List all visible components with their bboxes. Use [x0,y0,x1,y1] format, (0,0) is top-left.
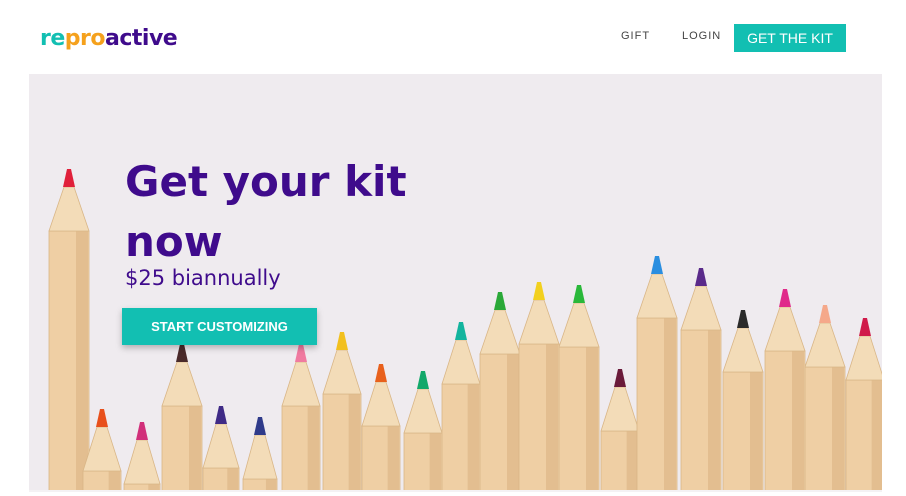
start-customizing-button[interactable]: START CUSTOMIZING [122,308,317,345]
pencil-shade [546,344,558,490]
pencil-cone [558,302,600,348]
pencil-lead [695,268,707,286]
pencil-shade [586,347,598,490]
nav-login-link[interactable]: LOGIN [682,30,721,42]
pencil-lead [779,289,791,307]
pencil-lead [336,332,348,350]
logo-part-re: re [40,26,65,51]
nav-gift-link[interactable]: GIFT [621,30,650,42]
pencil-cone [479,309,521,355]
hero-section: Get your kit now $25 biannually START CU… [29,74,882,490]
pencil-cone [281,361,321,407]
pencil-shade [227,468,239,490]
pencil-shade [189,406,201,490]
pencil-cone [600,386,640,432]
pencil-shade [76,231,88,490]
pencil-shade [108,471,121,490]
pencil-cone [518,299,560,345]
pencil-shade [467,384,480,490]
pencil-cone [161,361,203,407]
pencil-shade [832,367,844,490]
pencil-lead [176,344,188,362]
pencil-shade [708,330,720,490]
pencil-cone [403,388,443,434]
pencil-shade [387,426,400,490]
section-divider [29,490,882,492]
pencil-cone [441,339,481,385]
pencil-lead [254,417,266,435]
hero-price: $25 biannually [125,266,281,290]
hero-title: Get your kit now [125,157,407,266]
pencil-lead [614,369,626,387]
pencil-lead [651,256,663,274]
pencil-lead [375,364,387,382]
pencil-cone [845,335,882,381]
pencil-lead [96,409,108,427]
pencil-shade [750,372,762,490]
pencil-shade [792,351,804,490]
pencil-shade [507,354,519,490]
pencil-shade [871,380,882,490]
pencil-shade [664,318,676,490]
pencil-cone [722,327,764,373]
pencil-lead [573,285,585,303]
pencil-lead [859,318,871,336]
pencil-lead [295,344,307,362]
pencil-lead [737,310,749,328]
pencil-cone [636,273,678,319]
pencil-cone [680,285,722,331]
pencil-cone [202,423,240,469]
pencil-lead [215,406,227,424]
pencil-lead [533,282,545,300]
pencil-shade [265,479,277,490]
pencil-shade [429,433,442,490]
pencil-cone [804,322,846,368]
reproactive-logo[interactable]: reproactive [40,24,178,54]
get-the-kit-button[interactable]: GET THE KIT [734,24,846,52]
site-header: reproactive GIFT LOGIN GET THE KIT [0,0,906,74]
pencil-lead [819,305,831,323]
logo-part-pro: pro [64,26,106,51]
pencil-cone [361,381,401,427]
pencil-lead [417,371,429,389]
pencil-lead [455,322,467,340]
logo-part-active: active [105,26,178,51]
pencil-cone [322,349,362,395]
pencil-cone [764,306,806,352]
pencil-lead [136,422,148,440]
pencil-cone [123,439,161,485]
pencil-shade [307,406,320,490]
pencil-lead [494,292,506,310]
pencil-shade [626,431,639,490]
pencil-cone [48,186,90,232]
pencil-shade [348,394,361,490]
pencil-lead [63,169,75,187]
pencil-cone [242,434,278,480]
